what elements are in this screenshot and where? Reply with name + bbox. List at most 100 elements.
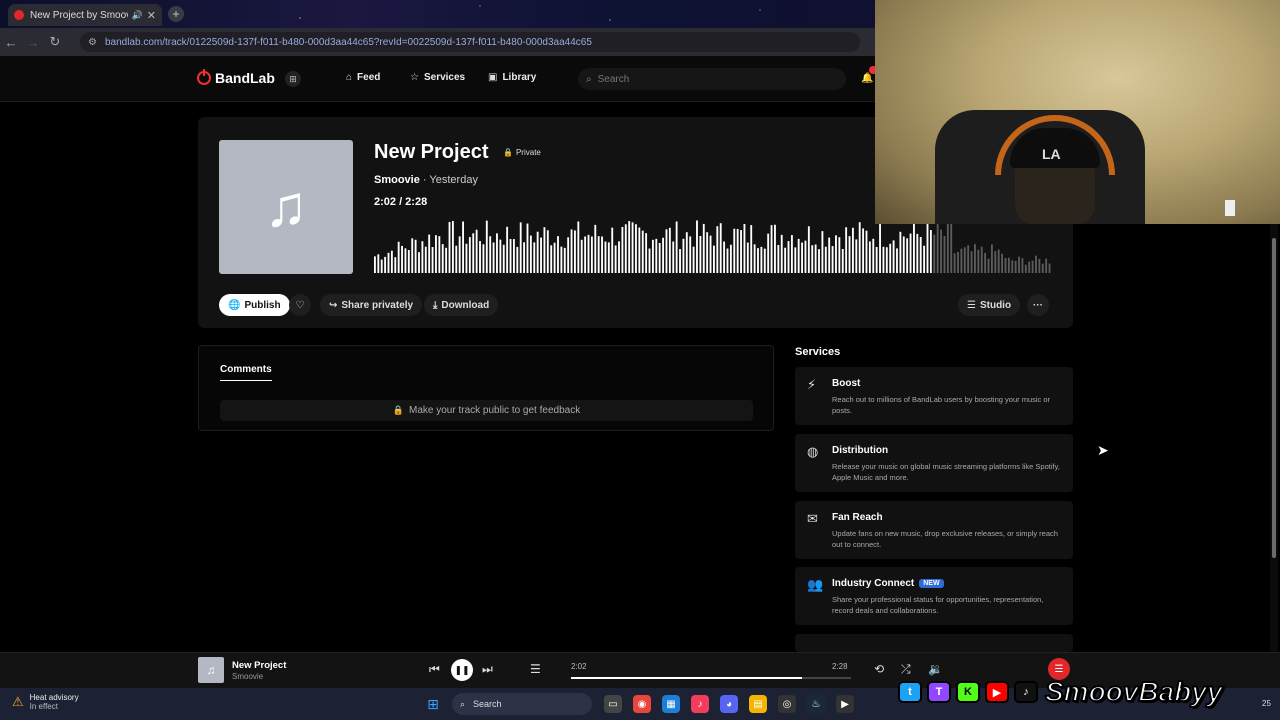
waveform-bar [590, 236, 593, 273]
waveform-bar [577, 221, 580, 273]
file-explorer-icon[interactable]: ▤ [749, 695, 767, 713]
search-input[interactable]: ⌕ Search [578, 68, 846, 90]
app-icon[interactable]: ◎ [778, 695, 796, 713]
like-button[interactable]: ♡ [289, 294, 311, 316]
reload-icon[interactable]: ↻ [44, 34, 66, 50]
waveform-bar [607, 242, 610, 273]
clock[interactable]: 25 [1262, 699, 1271, 708]
service-partial[interactable] [795, 634, 1073, 652]
waveform-bar [479, 241, 481, 273]
service-desc: Update fans on new music, drop exclusive… [832, 529, 1058, 549]
more-options-button[interactable]: ··· [1027, 294, 1049, 316]
waveform-bar [668, 227, 671, 273]
windows-start-icon[interactable]: ⊞ [424, 695, 442, 713]
discord-icon[interactable]: ◕ [720, 695, 738, 713]
service-fan-reach[interactable]: ✉ Fan Reach Update fans on new music, dr… [795, 501, 1073, 559]
waveform-bar [594, 224, 597, 273]
waveform-bar [438, 236, 441, 273]
task-view-icon[interactable]: ▭ [604, 695, 622, 713]
music-note-icon: ♫ [206, 663, 216, 677]
waveform-bar [580, 239, 583, 273]
page-scrollbar[interactable] [1270, 224, 1278, 654]
twitch-icon: T [927, 681, 951, 703]
posted-date: · Yesterday [419, 174, 478, 186]
share-privately-button[interactable]: ↪ Share privately [320, 294, 423, 316]
tab-comments[interactable]: Comments [220, 364, 272, 381]
shuffle-icon[interactable]: ⤮ [901, 662, 911, 677]
url-text: bandlab.com/track/0122509d-137f-f011-b48… [104, 36, 592, 48]
steam-icon[interactable]: ♨ [807, 695, 825, 713]
waveform-bar [1031, 260, 1034, 273]
studio-button[interactable]: ☰ Studio [958, 294, 1021, 316]
media-player-icon[interactable]: ▶ [836, 695, 854, 713]
waveform-bar [1004, 257, 1007, 273]
bandlab-logo[interactable]: BandLab [197, 69, 275, 86]
scrollbar-thumb[interactable] [1272, 238, 1276, 558]
waveform-bar [519, 222, 522, 273]
waveform-bar [994, 251, 997, 273]
previous-track-icon[interactable]: ⏮ [429, 662, 440, 677]
waveform-bar [974, 244, 976, 273]
back-icon[interactable]: ← [0, 35, 22, 50]
pause-button[interactable]: ❚❚ [451, 659, 473, 681]
waveform-bar [496, 233, 498, 273]
waveform-bar [475, 229, 478, 273]
repeat-icon[interactable]: ⟲ [874, 662, 884, 676]
waveform-bar [492, 242, 495, 273]
waveform-bar [804, 240, 807, 273]
waveform-bar [872, 238, 875, 273]
store-icon[interactable]: ▦ [662, 695, 680, 713]
service-industry-connect[interactable]: 👥 Industry Connect NEW Share your profes… [795, 567, 1073, 625]
waveform-bar [923, 245, 926, 273]
comments-locked-note: 🔒 Make your track public to get feedback [220, 400, 753, 421]
close-tab-icon[interactable]: ✕ [147, 9, 156, 22]
service-desc: Reach out to millions of BandLab users b… [832, 395, 1051, 415]
url-field[interactable]: ⚙ bandlab.com/track/0122509d-137f-f011-b… [80, 32, 860, 52]
browser-tab[interactable]: New Project by Smoovie | B 🔊 ✕ [8, 4, 162, 26]
queue-icon[interactable]: ☰ [530, 662, 541, 676]
nav-library[interactable]: ▣ Library [488, 72, 536, 83]
weather-widget[interactable]: ⚠ Heat advisory In effect [12, 693, 79, 711]
waveform-bar [448, 221, 451, 273]
waveform-bar [1007, 257, 1010, 273]
waveform-bar [516, 246, 519, 273]
waveform-bar [821, 231, 824, 273]
waveform-bar [1045, 258, 1048, 273]
publish-button[interactable]: 🌐 Publish [219, 294, 290, 316]
chrome-icon[interactable]: ◉ [633, 695, 651, 713]
waveform-bar [760, 246, 763, 273]
site-info-icon[interactable]: ⚙ [88, 37, 97, 48]
waveform-bar [424, 246, 427, 273]
lock-icon: 🔒 [392, 405, 404, 415]
next-track-icon[interactable]: ⏭ [482, 662, 493, 677]
artist-link[interactable]: Smoovie [374, 174, 420, 186]
waveform-bar [614, 245, 617, 273]
waveform-bar [753, 244, 756, 273]
waveform-bar [933, 234, 936, 273]
taskbar-search[interactable]: ⌕ Search [452, 693, 592, 715]
player-artist[interactable]: Smoovie [232, 672, 263, 681]
tiktok-icon: ♪ [1014, 681, 1038, 703]
download-button[interactable]: ⤓ Download [424, 294, 499, 316]
new-tab-button[interactable]: + [168, 6, 184, 22]
audio-playing-icon[interactable]: 🔊 [132, 10, 143, 21]
volume-icon[interactable]: 🔉 [928, 662, 943, 676]
notifications-bell-icon[interactable]: 🔔 [861, 73, 873, 84]
waveform-bar [455, 245, 458, 273]
apps-grid-icon[interactable]: ⊞ [285, 71, 301, 87]
nav-services[interactable]: ☆ Services [410, 72, 465, 83]
player-progress-bar[interactable] [571, 677, 851, 679]
waveform-bar [597, 236, 600, 273]
waveform-bar [967, 245, 970, 273]
waveform-bar [526, 223, 529, 273]
waveform-bar [1011, 260, 1014, 273]
music-app-icon[interactable]: ♪ [691, 695, 709, 713]
waveform-bar [553, 242, 556, 273]
player-title[interactable]: New Project [232, 660, 286, 671]
service-distribution[interactable]: ◍ Distribution Release your music on glo… [795, 434, 1073, 492]
player-artwork[interactable]: ♫ [198, 657, 224, 683]
search-icon: ⌕ [460, 698, 466, 709]
nav-feed[interactable]: ⌂ Feed [346, 72, 380, 83]
service-boost[interactable]: ⚡ Boost Reach out to millions of BandLab… [795, 367, 1073, 425]
forward-icon[interactable]: → [22, 35, 44, 50]
